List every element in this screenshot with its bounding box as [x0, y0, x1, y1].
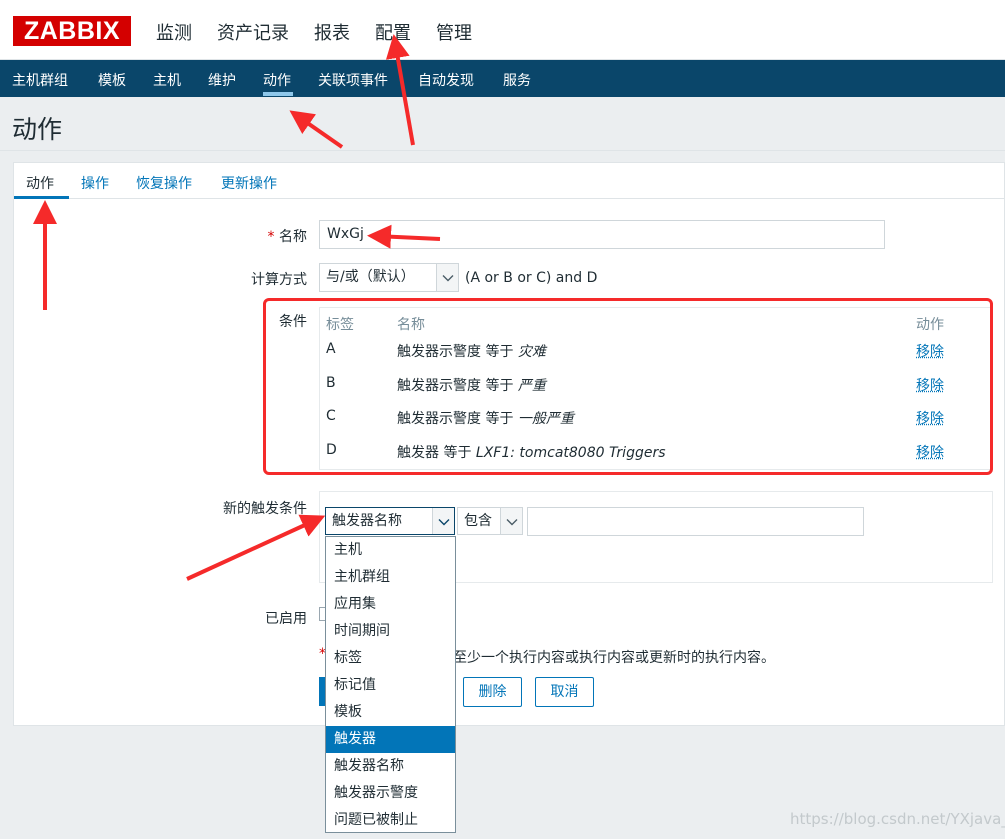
annotation-highlight-box — [263, 298, 993, 475]
name-input[interactable]: WxGj — [319, 220, 885, 249]
tab-action[interactable]: 动作 — [26, 173, 54, 193]
condition-type-select[interactable]: 触发器名称 — [325, 507, 455, 535]
sub-nav: 主机群组 模板 主机 维护 动作 关联项事件 自动发现 服务 — [0, 60, 1005, 97]
calc-label: 计算方式 — [251, 272, 307, 288]
subnav-discovery[interactable]: 自动发现 — [418, 70, 474, 90]
tab-update-operations[interactable]: 更新操作 — [221, 173, 277, 193]
calc-formula: (A or B or C) and D — [465, 270, 598, 286]
arrow-to-actions — [289, 110, 344, 149]
nav-monitoring[interactable]: 监测 — [156, 19, 192, 45]
dropdown-option-trigger-name[interactable]: 触发器名称 — [326, 753, 455, 780]
tab-operations[interactable]: 操作 — [81, 173, 109, 193]
chevron-down-icon — [436, 264, 458, 291]
chevron-down-icon — [432, 508, 454, 534]
tab-recovery-operations[interactable]: 恢复操作 — [136, 173, 192, 193]
dropdown-option-tag[interactable]: 标签 — [326, 645, 455, 672]
cancel-button[interactable]: 取消 — [535, 677, 594, 707]
subnav-hosts[interactable]: 主机 — [153, 70, 181, 90]
dropdown-option-trigger[interactable]: 触发器 — [326, 726, 455, 753]
name-label-text: 名称 — [279, 229, 307, 245]
dropdown-option-host-group[interactable]: 主机群组 — [326, 564, 455, 591]
name-label: * 名称 — [150, 226, 307, 246]
zabbix-logo[interactable]: ZABBIX — [13, 16, 131, 46]
tabs-divider — [14, 198, 1004, 199]
dropdown-option-template[interactable]: 模板 — [326, 699, 455, 726]
new-condition-label: 新的触发条件 — [223, 501, 307, 517]
subnav-actions[interactable]: 动作 — [263, 70, 291, 90]
calc-select-value: 与/或（默认） — [326, 269, 415, 285]
nav-administration[interactable]: 管理 — [436, 19, 472, 45]
main-nav: 监测 资产记录 报表 配置 管理 — [156, 19, 497, 45]
condition-operator-select[interactable]: 包含 — [457, 507, 523, 535]
condition-type-dropdown: 主机 主机群组 应用集 时间期间 标签 标记值 模板 触发器 触发器名称 触发器… — [325, 536, 456, 833]
dropdown-option-application[interactable]: 应用集 — [326, 591, 455, 618]
nav-configuration[interactable]: 配置 — [375, 19, 411, 45]
subnav-maintenance[interactable]: 维护 — [208, 70, 236, 90]
delete-button[interactable]: 删除 — [463, 677, 522, 707]
dropdown-option-problem-suppressed[interactable]: 问题已被制止 — [326, 807, 455, 834]
dropdown-option-tag-value[interactable]: 标记值 — [326, 672, 455, 699]
page-title: 动作 — [12, 115, 63, 144]
subnav-services[interactable]: 服务 — [503, 70, 531, 90]
required-mark: * — [267, 229, 275, 245]
nav-inventory[interactable]: 资产记录 — [217, 19, 289, 45]
nav-reports[interactable]: 报表 — [314, 19, 350, 45]
divider — [0, 150, 1005, 151]
subnav-correlation[interactable]: 关联项事件 — [318, 70, 388, 90]
operations-note: 至少一个执行内容或执行内容或更新时的执行内容。 — [453, 650, 775, 666]
subnav-active-indicator — [263, 92, 293, 96]
condition-value-input[interactable] — [527, 507, 864, 536]
calc-select[interactable]: 与/或（默认） — [319, 263, 459, 292]
watermark: https://blog.csdn.net/YXjava_ — [790, 810, 1005, 828]
chevron-down-icon — [500, 508, 522, 534]
dropdown-option-time-period[interactable]: 时间期间 — [326, 618, 455, 645]
condition-type-value: 触发器名称 — [332, 513, 402, 529]
dropdown-option-trigger-severity[interactable]: 触发器示警度 — [326, 780, 455, 807]
subnav-templates[interactable]: 模板 — [98, 70, 126, 90]
top-header: ZABBIX 监测 资产记录 报表 配置 管理 — [0, 0, 1005, 60]
active-tab-indicator — [14, 196, 69, 199]
enabled-label: 已启用 — [265, 611, 307, 627]
dropdown-option-host[interactable]: 主机 — [326, 537, 455, 564]
condition-operator-value: 包含 — [464, 513, 492, 529]
subnav-host-groups[interactable]: 主机群组 — [12, 70, 68, 90]
